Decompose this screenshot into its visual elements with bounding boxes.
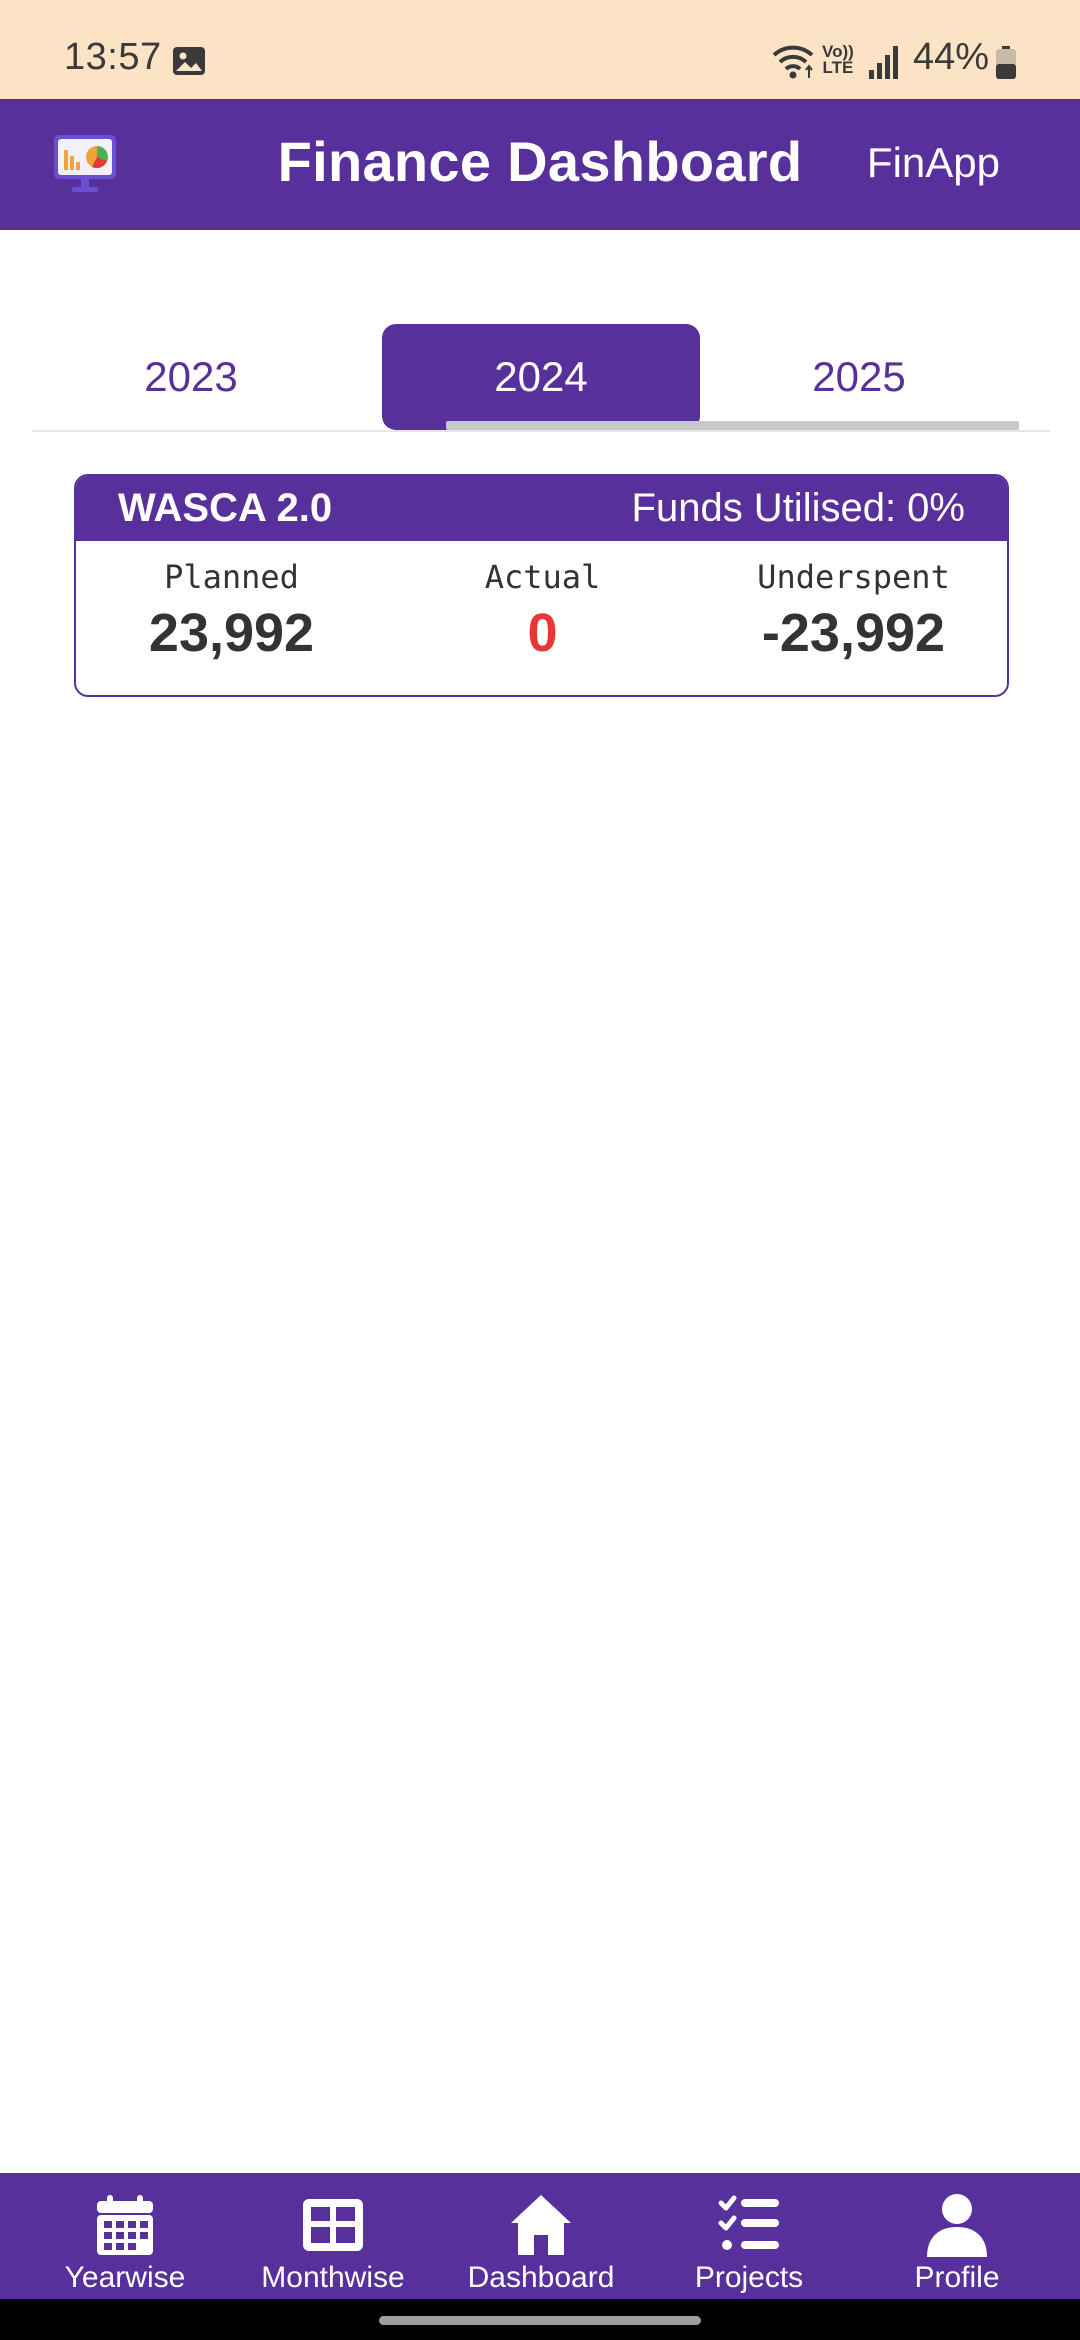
year-tabs: 2023 2024 2025: [32, 324, 1050, 430]
actual-metric: Actual 0: [387, 541, 698, 664]
nav-dashboard[interactable]: Dashboard: [437, 2173, 645, 2299]
planned-value: 23,992: [148, 603, 315, 663]
app-bar: Finance Dashboard FinApp: [0, 99, 1080, 230]
project-name: WASCA 2.0: [118, 486, 333, 530]
project-card-header: WASCA 2.0 Funds Utilised: 0%: [76, 476, 1007, 541]
nav-profile-label: Profile: [914, 2261, 1000, 2294]
volte-icon: Vo)) LTE: [822, 43, 854, 77]
nav-projects[interactable]: Projects: [645, 2173, 853, 2299]
battery-percent: 44%: [913, 36, 990, 78]
app-brand: FinApp: [866, 139, 1000, 186]
table-icon: [303, 2199, 363, 2251]
bottom-nav: Yearwise Monthwise Dashboard Projects Pr…: [0, 2173, 1080, 2299]
volte-bottom-text: LTE: [822, 58, 854, 77]
actual-label: Actual: [484, 558, 601, 596]
status-bar: 13:57 Vo)) LTE 44%: [0, 0, 1080, 99]
planned-label: Planned: [164, 558, 299, 596]
tab-divider: [32, 430, 1050, 432]
actual-value: 0: [527, 603, 558, 663]
nav-monthwise-label: Monthwise: [261, 2261, 405, 2294]
cell-signal-icon: [869, 46, 898, 79]
project-card[interactable]: WASCA 2.0 Funds Utilised: 0% Planned 23,…: [74, 474, 1009, 697]
user-icon: [927, 2194, 987, 2257]
calendar-icon: [97, 2195, 153, 2255]
nav-profile[interactable]: Profile: [853, 2173, 1061, 2299]
nav-yearwise[interactable]: Yearwise: [21, 2173, 229, 2299]
wifi-icon: [772, 45, 814, 79]
nav-projects-label: Projects: [694, 2261, 804, 2294]
nav-yearwise-label: Yearwise: [64, 2261, 186, 2294]
nav-monthwise[interactable]: Monthwise: [229, 2173, 437, 2299]
system-nav-bar: [0, 2299, 1080, 2340]
checklist-icon: [718, 2195, 779, 2250]
funds-utilised: Funds Utilised: 0%: [631, 486, 965, 530]
gallery-notification-icon: [173, 47, 205, 75]
underspent-metric: Underspent -23,992: [698, 541, 1007, 664]
home-gesture-handle[interactable]: [379, 2316, 701, 2325]
underspent-label: Underspent: [757, 558, 950, 596]
nav-dashboard-label: Dashboard: [467, 2261, 615, 2294]
status-time: 13:57: [64, 36, 162, 78]
home-icon: [511, 2195, 571, 2255]
tab-2024[interactable]: 2024: [382, 324, 700, 430]
tab-2025[interactable]: 2025: [700, 324, 1018, 430]
tab-2023[interactable]: 2023: [32, 324, 350, 430]
battery-icon: [996, 46, 1016, 79]
tab-scroll-indicator: [446, 421, 1019, 430]
underspent-value: -23,992: [761, 603, 946, 663]
planned-metric: Planned 23,992: [76, 541, 387, 664]
